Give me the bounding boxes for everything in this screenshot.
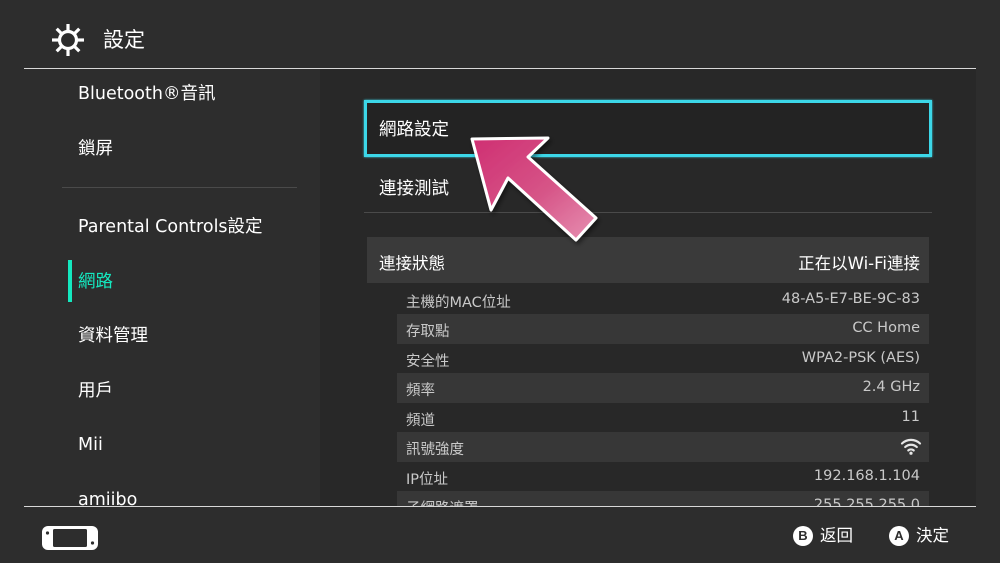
- settings-sidebar: Bluetooth®音訊 鎖屏 Parental Controls設定 網路 資…: [24, 69, 320, 506]
- back-label: 返回: [820, 526, 853, 545]
- internet-settings-button[interactable]: 網路設定: [364, 100, 932, 157]
- page-title: 設定: [103, 28, 145, 52]
- sidebar-item-amiibo[interactable]: amiibo: [78, 489, 137, 506]
- sidebar-item-lock-screen[interactable]: 鎖屏: [78, 138, 113, 160]
- info-value: WPA2-PSK (AES): [801, 350, 920, 366]
- sidebar-divider: [62, 187, 297, 188]
- info-row-frequency: 頻率 2.4 GHz: [397, 373, 929, 403]
- connection-status-header: 連接狀態 正在以Wi-Fi連接: [367, 237, 929, 283]
- connection-status-value: 正在以Wi-Fi連接: [798, 254, 920, 273]
- info-value: 48-A5-E7-BE-9C-83: [781, 291, 920, 307]
- info-value: CC Home: [852, 320, 920, 336]
- info-row-mac: 主機的MAC位址 48-A5-E7-BE-9C-83: [397, 285, 929, 315]
- sidebar-item-bluetooth-audio[interactable]: Bluetooth®音訊: [78, 83, 215, 105]
- b-button-icon: B: [793, 526, 813, 546]
- info-row-subnet-mask: 子網路遮罩 255.255.255.0: [397, 491, 929, 506]
- header-bar: 設定: [0, 0, 1000, 68]
- info-value: 255.255.255.0: [813, 497, 920, 506]
- info-key: 子網路遮罩: [406, 497, 479, 506]
- info-value: 192.168.1.104: [813, 468, 920, 484]
- confirm-label: 決定: [916, 526, 949, 545]
- sidebar-item-data-management[interactable]: 資料管理: [78, 325, 148, 347]
- a-button-icon: A: [889, 526, 909, 546]
- gear-icon: [52, 24, 84, 56]
- wifi-signal-icon: [900, 438, 922, 455]
- sidebar-item-network[interactable]: 網路: [78, 271, 113, 293]
- internet-settings-label: 網路設定: [379, 120, 449, 140]
- info-row-access-point: 存取點 CC Home: [397, 314, 929, 344]
- info-key: 訊號強度: [406, 442, 464, 458]
- sidebar-item-users[interactable]: 用戶: [78, 380, 113, 402]
- info-row-ip-address: IP位址 192.168.1.104: [397, 462, 929, 492]
- info-row-security: 安全性 WPA2-PSK (AES): [397, 344, 929, 374]
- connection-status-label: 連接狀態: [379, 254, 445, 273]
- info-key: 頻率: [406, 383, 435, 399]
- info-key: 安全性: [406, 354, 450, 370]
- footer-bar: B 返回 A 決定: [0, 507, 1000, 563]
- network-panel: 網路設定 連接測試 連接狀態 正在以Wi-Fi連接 主機的MAC位址 48-A5…: [320, 69, 976, 506]
- test-connection-label: 連接測試: [379, 179, 449, 199]
- info-key: 存取點: [406, 324, 450, 340]
- sidebar-item-parental-controls[interactable]: Parental Controls設定: [78, 216, 263, 238]
- annotation-arrow-icon: [470, 136, 598, 242]
- info-row-channel: 頻道 11: [397, 403, 929, 433]
- switch-console-icon: [42, 526, 98, 550]
- sidebar-active-marker: [68, 260, 72, 302]
- sidebar-item-mii[interactable]: Mii: [78, 434, 103, 456]
- info-value: 2.4 GHz: [862, 379, 920, 395]
- menu-divider: [364, 212, 932, 213]
- info-value: 11: [901, 409, 920, 425]
- info-key: 主機的MAC位址: [406, 295, 511, 311]
- info-key: IP位址: [406, 472, 449, 488]
- info-row-signal-strength: 訊號強度: [397, 432, 929, 462]
- info-key: 頻道: [406, 413, 435, 429]
- test-connection-button[interactable]: 連接測試: [364, 159, 932, 216]
